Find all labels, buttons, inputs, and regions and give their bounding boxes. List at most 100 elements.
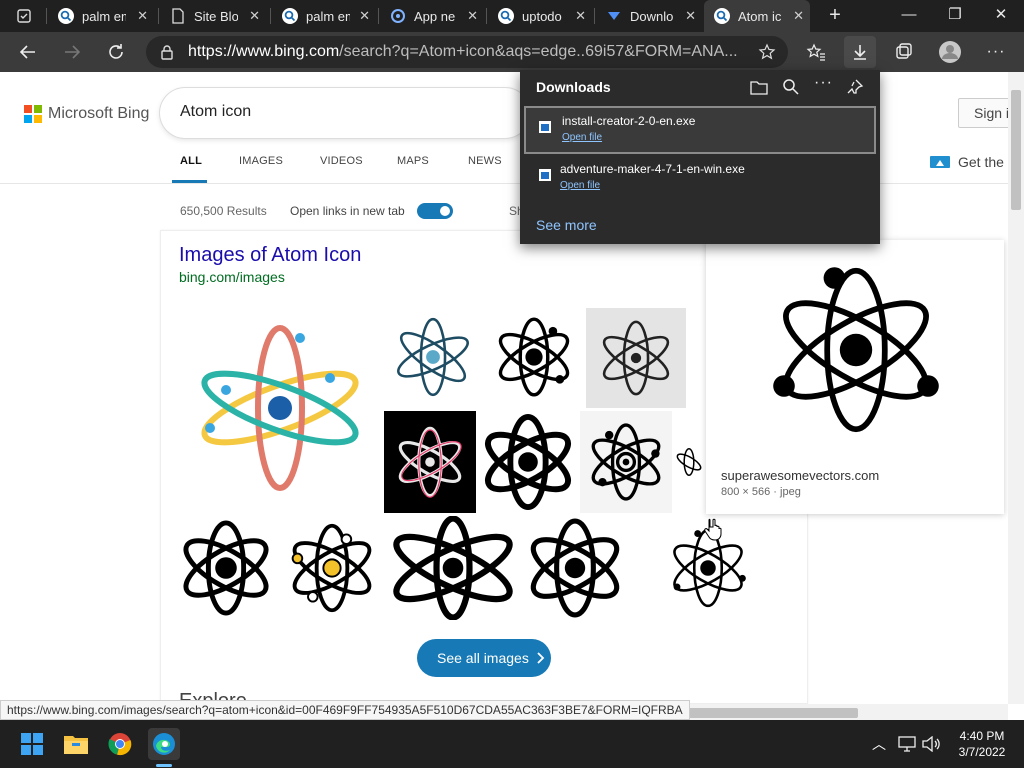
lock-icon[interactable] <box>160 44 174 60</box>
minimize-button[interactable]: — <box>886 0 932 32</box>
close-tab-icon[interactable]: ✕ <box>249 8 260 24</box>
open-folder-icon[interactable] <box>750 79 768 95</box>
nav-images[interactable]: IMAGES <box>239 155 283 167</box>
forward-icon[interactable] <box>60 40 84 64</box>
atom-preview-image <box>773 267 939 433</box>
download-item[interactable]: adventure-maker-4-7-1-en-win.exe Open fi… <box>524 156 876 204</box>
tab-title: uptodo <box>522 8 562 24</box>
tab-uptodo[interactable]: uptodo ✕ <box>488 0 592 32</box>
images-card-url: bing.com/images <box>179 269 285 285</box>
address-bar[interactable]: https://www.bing.com/search?q=Atom+icon&… <box>146 36 788 68</box>
download-item[interactable]: install-creator-2-0-en.exe Open file <box>524 106 876 154</box>
nav-videos[interactable]: VIDEOS <box>320 155 363 167</box>
address-text[interactable]: https://www.bing.com/search?q=Atom+icon&… <box>188 43 748 61</box>
taskbar: ︿ 4:40 PM 3/7/2022 <box>0 720 1024 768</box>
image-thumbnail[interactable] <box>586 308 686 408</box>
image-thumbnail[interactable] <box>522 515 628 621</box>
start-button-icon[interactable] <box>16 728 48 760</box>
open-file-link[interactable]: Open file <box>562 132 602 143</box>
image-hover-preview[interactable]: superawesomevectors.com 800 × 566 · jpeg <box>706 240 1004 514</box>
get-the-text: Get the <box>958 154 1004 170</box>
get-the-app-link[interactable]: Get the <box>930 154 1004 170</box>
more-options-icon[interactable]: ··· <box>984 40 1008 64</box>
tab-strip: palm em ✕ Site Blo ✕ palm em ✕ App ne ✕ … <box>0 0 1024 32</box>
nav-news[interactable]: NEWS <box>468 155 502 167</box>
tab-palm-em-2[interactable]: palm em ✕ <box>272 0 376 32</box>
favorites-icon[interactable] <box>804 40 828 64</box>
back-icon[interactable] <box>16 40 40 64</box>
chrome-icon[interactable] <box>104 728 136 760</box>
active-tab-underline <box>172 180 207 183</box>
image-thumbnail[interactable] <box>674 411 704 513</box>
image-thumbnail[interactable] <box>478 411 578 513</box>
add-favorite-icon[interactable] <box>758 43 776 61</box>
close-tab-icon[interactable]: ✕ <box>575 8 586 24</box>
image-thumbnail[interactable] <box>176 515 276 621</box>
new-tab-button[interactable]: + <box>812 0 858 32</box>
close-tab-icon[interactable]: ✕ <box>793 8 804 24</box>
open-links-toggle[interactable] <box>417 203 453 219</box>
bing-logo[interactable]: Microsoft Bing <box>24 105 149 123</box>
image-thumbnail[interactable] <box>180 308 380 508</box>
download-file-name: install-creator-2-0-en.exe <box>562 114 696 128</box>
edge-icon[interactable] <box>148 728 180 760</box>
volume-icon[interactable] <box>922 736 940 752</box>
search-icon <box>58 8 74 24</box>
close-tab-icon[interactable]: ✕ <box>359 8 370 24</box>
atom-partial-icon <box>676 448 702 476</box>
tab-downlo[interactable]: Downlo ✕ <box>596 0 702 32</box>
network-icon[interactable] <box>898 736 916 752</box>
image-thumbnail[interactable] <box>386 515 520 621</box>
see-more-link[interactable]: See more <box>536 217 597 233</box>
clock-time: 4:40 PM <box>959 729 1005 743</box>
close-tab-icon[interactable]: ✕ <box>137 8 148 24</box>
search-query[interactable]: Atom icon <box>180 103 251 121</box>
bing-logo-text: Microsoft Bing <box>48 105 150 122</box>
close-window-button[interactable]: ✕ <box>978 0 1024 32</box>
open-file-link[interactable]: Open file <box>560 180 600 191</box>
close-tab-icon[interactable]: ✕ <box>685 8 696 24</box>
see-all-images-button[interactable]: See all images <box>417 639 551 677</box>
downloads-icon[interactable] <box>844 36 876 68</box>
download-site-icon <box>608 12 620 20</box>
image-thumbnail[interactable] <box>384 308 482 406</box>
preview-source[interactable]: superawesomevectors.com <box>721 468 879 483</box>
tab-site-blo[interactable]: Site Blo ✕ <box>160 0 266 32</box>
exe-file-icon <box>539 169 551 181</box>
file-explorer-icon[interactable] <box>60 728 92 760</box>
tab-palm-em-1[interactable]: palm em ✕ <box>48 0 154 32</box>
preview-meta: 800 × 566 · jpeg <box>721 486 801 498</box>
chevron-right-icon <box>537 652 545 664</box>
nav-maps[interactable]: MAPS <box>397 155 429 167</box>
see-all-images-label: See all images <box>437 650 529 666</box>
chevron-up-icon[interactable]: ︿ <box>872 734 886 754</box>
downloads-more-icon[interactable]: ··· <box>814 74 833 92</box>
vertical-scrollbar[interactable] <box>1008 72 1024 704</box>
tab-title: Downlo <box>630 8 674 24</box>
pin-icon[interactable] <box>846 78 864 96</box>
images-card-title[interactable]: Images of Atom Icon <box>179 244 361 267</box>
profile-avatar-icon[interactable] <box>938 40 962 64</box>
system-clock[interactable]: 4:40 PM 3/7/2022 <box>944 728 1020 760</box>
address-host: https://www.bing.com <box>188 43 340 60</box>
sign-in-button[interactable]: Sign i <box>958 98 1008 128</box>
image-thumbnail[interactable] <box>384 411 476 513</box>
microsoft-logo-icon <box>24 105 42 123</box>
close-tab-icon[interactable]: ✕ <box>467 8 478 24</box>
vertical-scroll-thumb[interactable] <box>1011 90 1021 210</box>
image-thumbnail[interactable] <box>282 515 382 621</box>
tab-atom-ic[interactable]: Atom ic ✕ <box>704 0 810 32</box>
collections-icon[interactable] <box>892 40 916 64</box>
tab-actions-icon[interactable] <box>12 4 36 28</box>
atom-wide-icon <box>393 516 513 620</box>
search-downloads-icon[interactable] <box>782 78 800 96</box>
image-thumbnail[interactable] <box>486 308 582 406</box>
tab-app-ne[interactable]: App ne ✕ <box>380 0 484 32</box>
nav-all[interactable]: ALL <box>180 155 202 167</box>
search-box[interactable]: Atom icon <box>160 88 530 138</box>
image-thumbnail[interactable] <box>580 411 672 513</box>
horizontal-scroll-thumb[interactable] <box>662 708 858 718</box>
restore-button[interactable]: ❐ <box>932 0 978 32</box>
refresh-icon[interactable] <box>104 40 128 64</box>
atom-black-icon <box>530 518 620 618</box>
